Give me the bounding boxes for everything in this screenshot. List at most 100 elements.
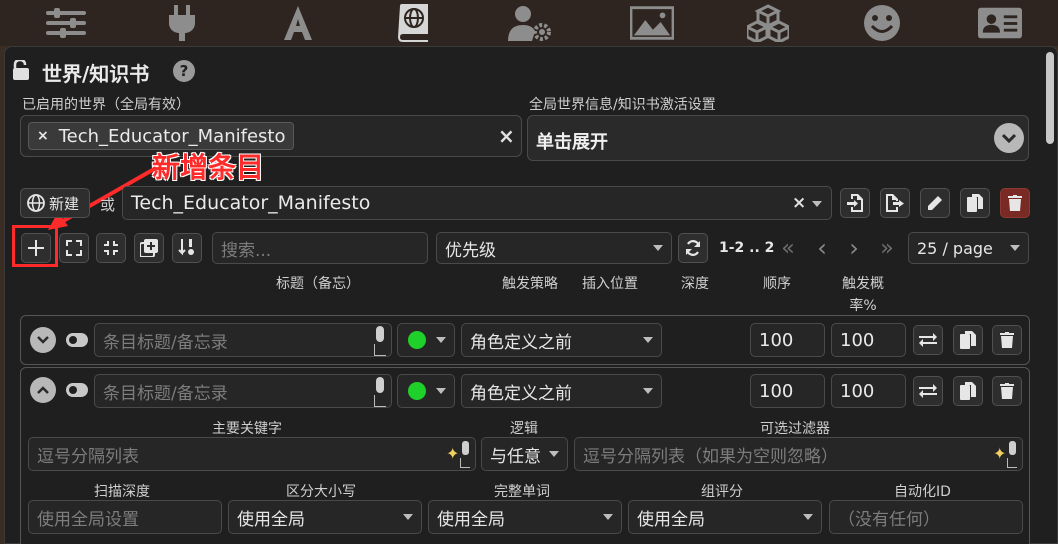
logic-select[interactable]: 与任意	[481, 437, 568, 471]
delete-entry-button[interactable]	[992, 325, 1022, 355]
sliders-icon[interactable]	[44, 4, 88, 42]
fill-memos-button[interactable]	[134, 233, 164, 263]
sparkle-icon[interactable]: ✦	[446, 444, 459, 463]
duplicate-entry-button[interactable]	[953, 325, 983, 355]
image-icon[interactable]	[630, 4, 674, 42]
insert-position-value: 角色定义之前	[470, 383, 572, 404]
apply-sort-button[interactable]	[172, 233, 202, 263]
automation-id-placeholder: （没有任何）	[838, 509, 940, 530]
import-world-button[interactable]	[840, 188, 870, 218]
delete-entry-button[interactable]	[992, 376, 1022, 406]
or-label: 或	[100, 196, 116, 214]
entry-search-input[interactable]: 搜索...	[212, 232, 428, 264]
resize-handle-icon[interactable]	[1007, 458, 1017, 468]
chevron-down-icon[interactable]	[30, 327, 56, 353]
whole-word-label: 完整单词	[494, 484, 550, 500]
copy-icon	[960, 382, 976, 400]
trash-icon	[1000, 332, 1014, 348]
new-world-label: 新建	[49, 194, 80, 213]
page-size-select[interactable]: 25 / page	[908, 232, 1029, 264]
next-page-icon[interactable]: ›	[840, 233, 868, 263]
entry-enable-toggle[interactable]	[66, 333, 88, 347]
resize-handle-icon[interactable]	[460, 458, 470, 468]
sparkle-icon[interactable]: ✦	[993, 444, 1006, 463]
case-sensitive-label: 区分大小写	[286, 484, 356, 500]
chevron-down-icon[interactable]	[994, 123, 1024, 153]
world-book-icon[interactable]	[392, 4, 436, 42]
whole-word-value: 使用全局	[437, 509, 505, 530]
group-score-select[interactable]: 使用全局	[628, 500, 822, 534]
primary-keywords-placeholder: 逗号分隔列表	[37, 446, 139, 467]
page-range: 1-2 .. 2	[719, 240, 775, 256]
plug-icon[interactable]	[160, 4, 204, 42]
optional-filters-input[interactable]: 逗号分隔列表（如果为空则忽略）	[574, 437, 1023, 471]
rename-world-button[interactable]	[920, 188, 950, 218]
entry-title-input[interactable]: 条目标题/备忘录	[94, 374, 392, 408]
refresh-button[interactable]	[678, 233, 708, 263]
world-select-value: Tech_Educator_Manifesto	[131, 192, 371, 214]
unlock-icon[interactable]	[12, 58, 30, 84]
duplicate-world-button[interactable]	[960, 188, 990, 218]
expand-all-button[interactable]	[59, 233, 89, 263]
trigger-strategy-select[interactable]	[397, 323, 455, 357]
collapse-all-button[interactable]	[96, 233, 126, 263]
mic-icon[interactable]	[376, 326, 384, 342]
col-strategy: 触发策略	[502, 276, 558, 292]
chip-remove-icon[interactable]: ×	[37, 128, 49, 144]
id-card-icon[interactable]	[978, 4, 1022, 42]
new-world-button[interactable]: 新建	[20, 188, 90, 218]
entry-probability-input[interactable]: 100	[831, 323, 906, 357]
entry-title-input[interactable]: 条目标题/备忘录	[94, 323, 392, 357]
chip-label: Tech_Educator_Manifesto	[58, 125, 286, 147]
insert-position-select[interactable]: 角色定义之前	[461, 374, 662, 408]
insert-position-value: 角色定义之前	[470, 332, 572, 353]
case-sensitive-select[interactable]: 使用全局	[228, 500, 422, 534]
last-page-icon[interactable]: »	[872, 233, 902, 263]
clear-worlds-icon[interactable]: ×	[498, 124, 515, 148]
entry-search-placeholder: 搜索...	[221, 240, 272, 261]
globe-icon	[27, 194, 45, 212]
resize-handle-icon[interactable]	[374, 395, 386, 407]
chevron-up-icon[interactable]	[30, 377, 56, 403]
smiley-icon[interactable]	[860, 4, 904, 42]
pencil-icon	[928, 196, 942, 210]
entry-probability-input[interactable]: 100	[831, 374, 906, 408]
resize-handle-icon[interactable]	[374, 344, 386, 356]
plus-icon	[28, 240, 44, 256]
delete-world-button[interactable]	[1000, 188, 1030, 218]
mic-icon[interactable]	[1009, 441, 1016, 455]
entry-order-input[interactable]: 100	[750, 374, 825, 408]
whole-word-caret	[603, 514, 613, 520]
help-icon[interactable]: ?	[173, 60, 195, 82]
mic-icon[interactable]	[376, 377, 384, 393]
logic-value: 与任意	[490, 446, 541, 467]
entry-title-placeholder: 条目标题/备忘录	[103, 383, 228, 404]
duplicate-entry-button[interactable]	[953, 376, 983, 406]
scan-depth-input[interactable]: 使用全局设置	[28, 500, 222, 534]
entry-enable-toggle[interactable]	[66, 383, 88, 397]
move-entry-button[interactable]	[913, 376, 943, 406]
scrollbar-thumb[interactable]	[1046, 52, 1054, 144]
prev-page-icon[interactable]: ‹	[808, 233, 836, 263]
entry-sort-select[interactable]: 优先级	[436, 232, 672, 264]
font-icon[interactable]	[276, 4, 320, 42]
add-entry-button[interactable]	[21, 233, 51, 263]
insert-position-select[interactable]: 角色定义之前	[461, 323, 662, 357]
move-entry-button[interactable]	[913, 325, 943, 355]
whole-word-select[interactable]: 使用全局	[428, 500, 622, 534]
user-gear-icon[interactable]	[508, 4, 552, 42]
file-import-icon	[847, 194, 863, 212]
mic-icon[interactable]	[462, 441, 469, 455]
col-order: 顺序	[763, 276, 791, 292]
automation-id-input[interactable]: （没有任何）	[829, 500, 1023, 534]
insert-position-caret	[643, 337, 653, 343]
export-world-button[interactable]	[880, 188, 910, 218]
cubes-icon[interactable]	[746, 4, 790, 42]
trigger-strategy-select[interactable]	[397, 374, 455, 408]
entry-order-input[interactable]: 100	[750, 323, 825, 357]
entry-probability-value: 100	[840, 380, 875, 402]
world-select[interactable]: Tech_Educator_Manifesto	[122, 186, 832, 220]
first-page-icon[interactable]: «	[773, 233, 803, 263]
clear-world-select-icon[interactable]: ×	[792, 193, 806, 213]
primary-keywords-input[interactable]: 逗号分隔列表	[28, 437, 476, 471]
